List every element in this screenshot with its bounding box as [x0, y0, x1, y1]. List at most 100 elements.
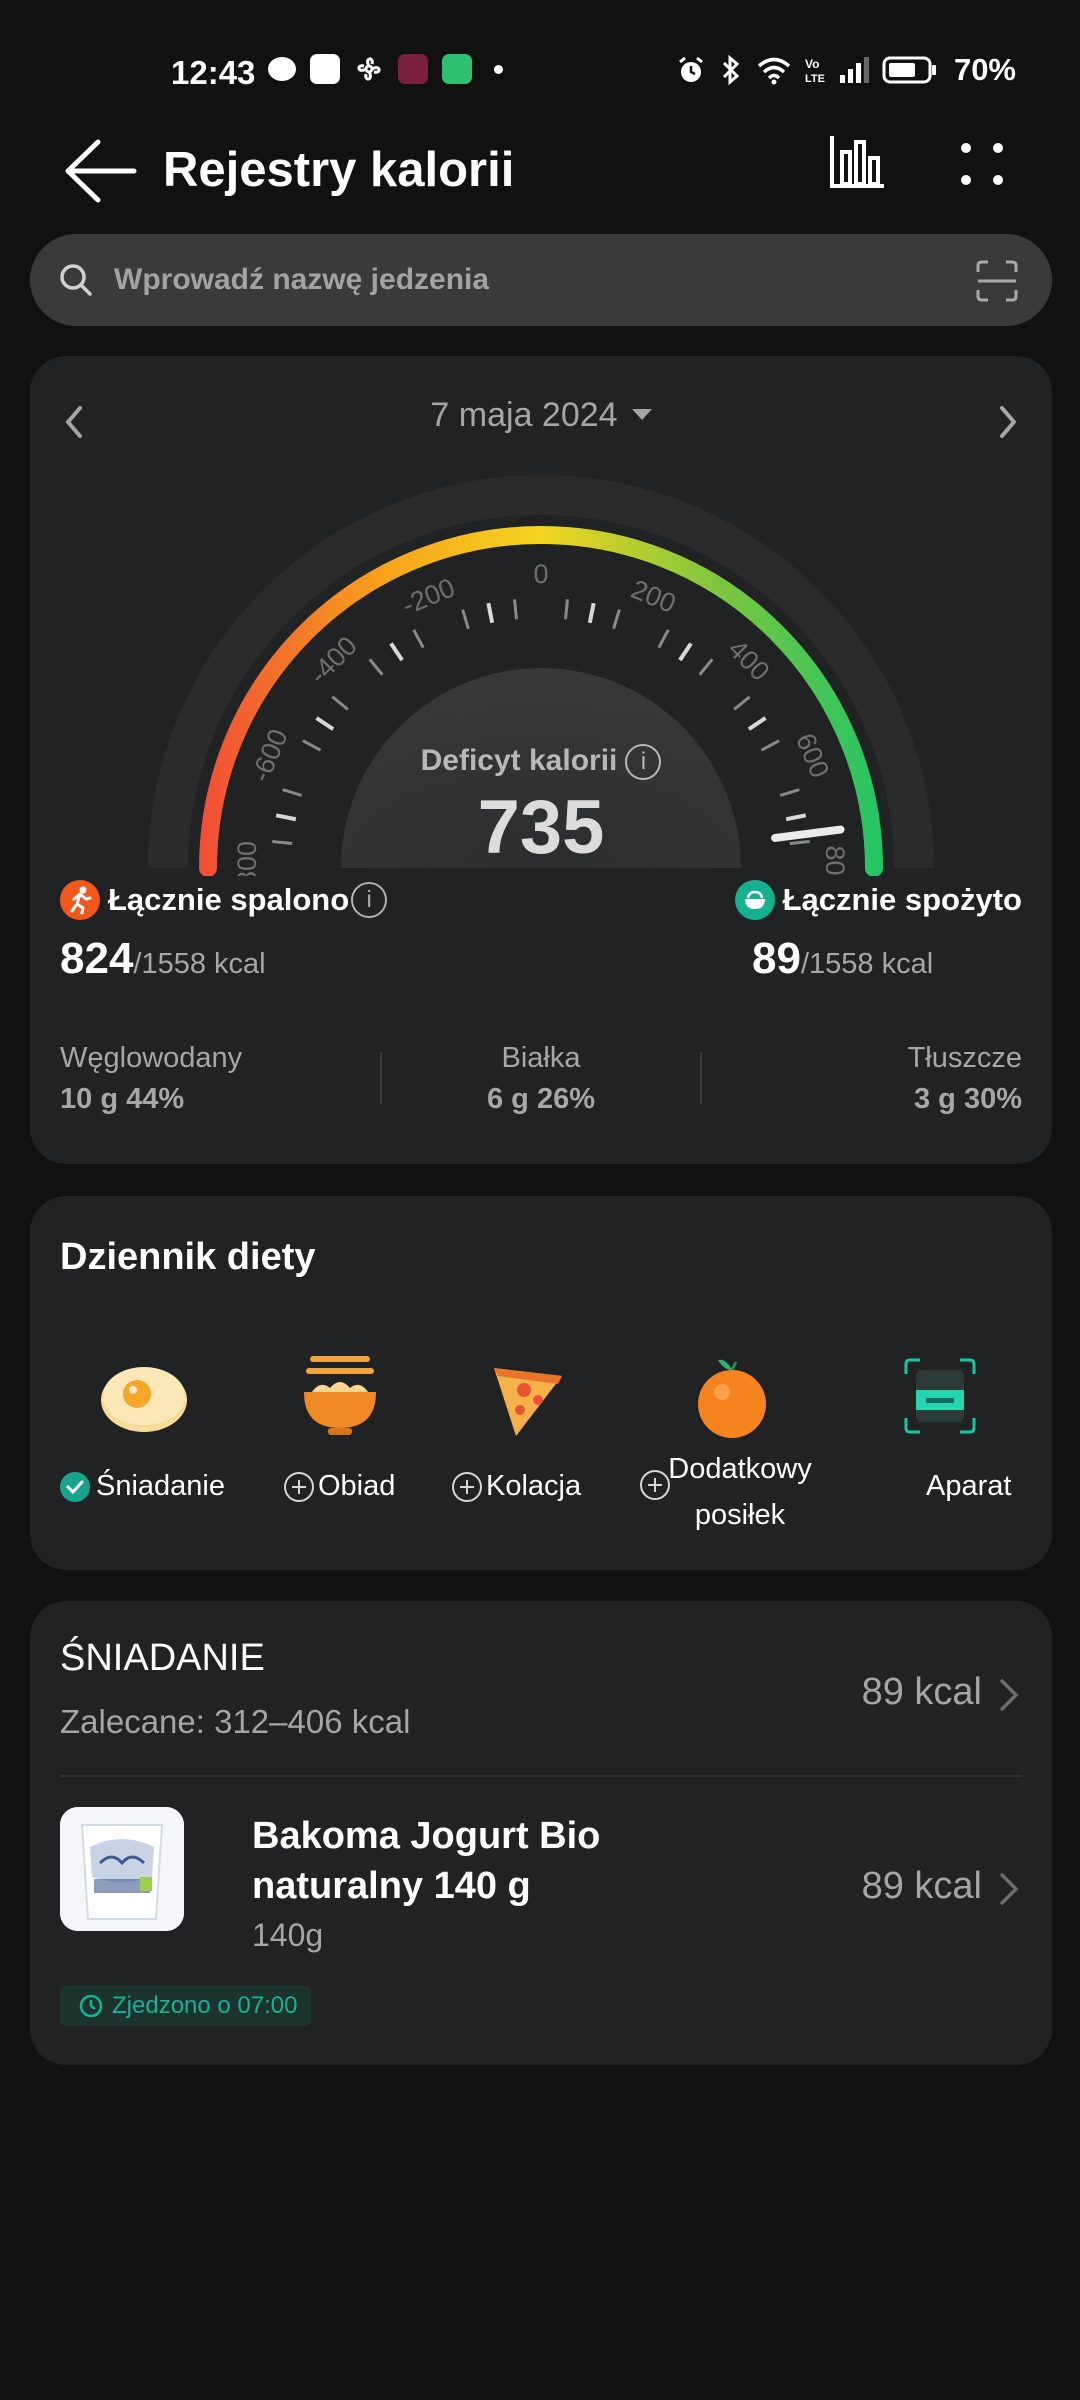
recommended-range: Zalecane: 312–406 kcal: [60, 1703, 411, 1740]
plus-icon: [284, 1471, 314, 1502]
pizza-icon: [494, 1368, 562, 1436]
info-icon[interactable]: i: [625, 744, 662, 781]
bluetooth-icon: [722, 54, 740, 86]
svg-text:Vo: Vo: [805, 57, 819, 71]
fan-icon: [357, 57, 381, 81]
macro-protein: Białka 6 g 26%: [30, 1042, 1052, 1116]
signal-icon: [839, 57, 869, 83]
gauge-tick: [412, 629, 425, 649]
gauge-tick: [513, 599, 518, 620]
system-icons: Vo LTE 70%: [676, 52, 1016, 88]
food-name[interactable]: Bakoma Jogurt Bio naturalny 140 g: [252, 1811, 772, 1911]
meal-total-kcal[interactable]: 89 kcal: [862, 1671, 982, 1714]
camera-button[interactable]: [890, 1346, 990, 1446]
runner-icon: [60, 880, 100, 920]
burned-number: 824: [60, 934, 134, 983]
four-dots-icon: [961, 143, 1003, 185]
deficit-label-text: Deficyt kalorii: [420, 744, 618, 777]
breakfast-label[interactable]: Śniadanie: [60, 1470, 225, 1503]
wifi-icon: [757, 57, 791, 85]
meal-label-text: Kolacja: [486, 1470, 582, 1502]
macro-name: Białka: [501, 1042, 581, 1074]
more-notifications-dot: [494, 64, 503, 74]
alarm-icon: [679, 56, 703, 82]
scan-icon[interactable]: [974, 258, 1020, 304]
macro-name: Tłuszcze: [907, 1042, 1022, 1074]
gauge-tick-label: 200: [627, 574, 680, 619]
yogurt-cup-image: [60, 1807, 184, 1931]
back-button[interactable]: [62, 138, 138, 204]
costa-icon: [398, 54, 428, 84]
gauge-tick: [461, 609, 470, 630]
food-thumbnail[interactable]: [60, 1807, 184, 1931]
svg-text:LTE: LTE: [805, 73, 825, 85]
chat-icon: [268, 57, 296, 81]
extra-meal-label[interactable]: Dodatkowy posiłek: [650, 1446, 830, 1538]
notification-icons: [268, 54, 503, 84]
egg-icon: [101, 1367, 187, 1432]
chevron-right-icon[interactable]: [998, 1869, 1022, 1909]
gauge-tick: [733, 695, 751, 711]
gauge-tick-label: -400: [303, 630, 362, 689]
food-kcal[interactable]: 89 kcal: [862, 1865, 982, 1908]
divider: [60, 1775, 1022, 1777]
eaten-time-badge: Zjedzono o 07:00: [60, 1986, 312, 2026]
status-time: 12:43: [171, 54, 256, 91]
gauge-tick-label: 0: [533, 559, 548, 589]
chevron-right-icon[interactable]: [998, 1675, 1022, 1715]
bowl-icon: [304, 1356, 376, 1435]
macro-value: 6 g 26%: [487, 1083, 595, 1115]
consumed-label-text: Łącznie spożyto: [782, 882, 1022, 917]
gauge-tick: [698, 658, 714, 676]
consumed-total: /1558 kcal: [800, 948, 934, 980]
lunch-label[interactable]: Obiad: [284, 1470, 395, 1503]
food-quantity: 140g: [252, 1917, 324, 1953]
consumed-number: 89: [752, 934, 801, 983]
food-search-input[interactable]: [114, 234, 954, 326]
gauge-tick: [587, 602, 596, 624]
burned-label: Łącznie spalono i: [60, 880, 388, 920]
breakfast-button[interactable]: [94, 1346, 194, 1446]
dinner-button[interactable]: [476, 1346, 576, 1446]
page-title: Rejestry kalorii: [163, 143, 515, 197]
burned-value: 824/1558 kcal: [60, 934, 266, 984]
battery-percent: 70%: [953, 52, 1016, 87]
plus-icon: [452, 1471, 482, 1502]
food-search-bar: [30, 234, 1052, 326]
camera-label[interactable]: Aparat: [926, 1470, 1011, 1503]
gauge-tick: [331, 695, 349, 711]
gauge-tick: [747, 716, 767, 731]
eaten-time-text: Zjedzono o 07:00: [112, 1992, 298, 2019]
statistics-button[interactable]: [826, 130, 890, 194]
deficit-label: Deficyt kalorii i: [30, 744, 1052, 781]
macro-value: 3 g 30%: [914, 1083, 1022, 1115]
gauge-tick-label: -200: [398, 572, 459, 620]
info-icon[interactable]: i: [351, 882, 388, 918]
gauge-tick: [678, 642, 693, 662]
battery-icon: [882, 56, 936, 84]
burned-label-text: Łącznie spalono: [108, 882, 350, 917]
gauge-tick: [486, 602, 495, 624]
meal-label-text: Obiad: [318, 1470, 396, 1502]
check-icon: [60, 1471, 90, 1502]
dinner-label[interactable]: Kolacja: [452, 1470, 581, 1503]
consumed-label: Łącznie spożyto: [734, 880, 1022, 920]
app-icon: [310, 54, 340, 84]
lunch-button[interactable]: [290, 1346, 390, 1446]
volte-icon: Vo LTE: [805, 57, 825, 85]
mail-icon: [442, 54, 472, 84]
deficit-value: 735: [477, 785, 605, 870]
more-options-button[interactable]: [950, 130, 1014, 194]
meal-section-title: ŚNIADANIE: [60, 1637, 265, 1679]
diet-diary-card: Dziennik diety Śniadanie Obiad Kolacja D…: [30, 1196, 1052, 1570]
meal-label-text: Śniadanie: [96, 1470, 225, 1502]
orange-icon: [698, 1359, 766, 1438]
gauge-tick: [315, 716, 335, 731]
app-bar: Rejestry kalorii: [0, 120, 1080, 220]
macro-fat: Tłuszcze 3 g 30%: [908, 1042, 1022, 1116]
extra-meal-button[interactable]: [682, 1346, 782, 1446]
status-bar: 12:43 Vo LTE 70%: [0, 40, 1080, 100]
arrow-left-icon: [65, 139, 137, 203]
camera-scan-icon: [904, 1358, 976, 1434]
consumed-value: 89/1558 kcal: [752, 934, 933, 984]
